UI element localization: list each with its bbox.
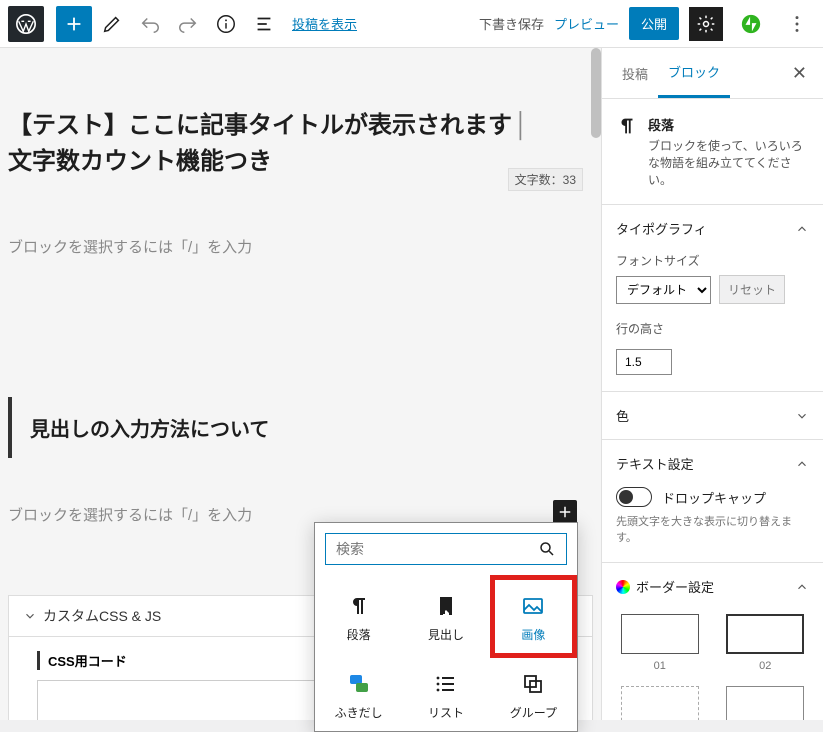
redo-button[interactable] [170, 6, 206, 42]
border-option-03[interactable]: 03 [616, 686, 704, 720]
palette-icon [616, 580, 630, 594]
border-option-04[interactable]: 04 [722, 686, 810, 720]
font-size-select[interactable]: デフォルト [616, 276, 711, 304]
panel-color[interactable]: 色 [602, 392, 823, 439]
chevron-up-icon [795, 580, 809, 594]
font-size-label: フォントサイズ [616, 252, 809, 269]
inserter-item-group[interactable]: グループ [490, 658, 577, 731]
inserter-item-heading[interactable]: 見出し [402, 575, 489, 658]
title-line1: 【テスト】ここに記事タイトルが表示されます [8, 112, 512, 139]
border-option-01[interactable]: 01 [616, 614, 704, 672]
close-sidebar-button[interactable]: ✕ [786, 63, 813, 84]
panel-text-settings[interactable]: テキスト設定 [602, 440, 823, 487]
inserter-item-list[interactable]: リスト [402, 658, 489, 731]
line-height-input[interactable] [616, 349, 672, 375]
tab-post[interactable]: 投稿 [612, 50, 658, 97]
outline-button[interactable] [246, 6, 282, 42]
wp-logo[interactable] [8, 6, 44, 42]
char-count-badge: 文字数：33 [508, 168, 583, 191]
paragraph-icon [347, 594, 371, 618]
block-description: ブロックを使って、いろいろな物語を組み立ててください。 [648, 138, 809, 188]
add-block-button[interactable] [56, 6, 92, 42]
font-size-reset[interactable]: リセット [719, 275, 785, 304]
undo-button[interactable] [132, 6, 168, 42]
save-draft-button[interactable]: 下書き保存 [479, 14, 544, 33]
chevron-up-icon [795, 222, 809, 236]
dropcap-toggle[interactable] [616, 487, 652, 507]
more-menu-button[interactable] [779, 6, 815, 42]
list-icon [434, 672, 458, 696]
dropcap-help: 先頭文字を大きな表示に切り替えます。 [616, 515, 809, 546]
title-line2: 文字数カウント機能つき [8, 148, 272, 175]
jetpack-button[interactable] [733, 6, 769, 42]
view-post-link[interactable]: 投稿を表示 [292, 14, 357, 33]
line-height-label: 行の高さ [616, 320, 809, 337]
more-vertical-icon [786, 13, 808, 35]
image-icon [521, 594, 545, 618]
settings-button[interactable] [689, 7, 723, 41]
search-icon [538, 540, 556, 558]
chevron-down-icon [795, 409, 809, 423]
panel-typography[interactable]: タイポグラフィ [602, 205, 823, 252]
edit-mode-button[interactable] [94, 6, 130, 42]
speech-icon [347, 672, 371, 696]
preview-button[interactable]: プレビュー [554, 14, 619, 33]
border-option-02[interactable]: 02 [722, 614, 810, 672]
inserter-search[interactable] [325, 533, 567, 565]
top-toolbar: 投稿を表示 下書き保存 プレビュー 公開 [0, 0, 823, 48]
inline-add-button[interactable] [553, 500, 577, 524]
wordpress-icon [15, 13, 37, 35]
settings-sidebar: 投稿 ブロック ✕ 段落 ブロックを使って、いろいろな物語を組み立ててください。… [601, 48, 823, 720]
paragraph-icon [616, 115, 638, 137]
chevron-down-icon [23, 609, 37, 623]
dropcap-label: ドロップキャップ [662, 488, 766, 507]
tab-block[interactable]: ブロック [658, 48, 730, 98]
block-placeholder[interactable]: ブロックを選択するには「/」を入力 [8, 236, 593, 257]
gear-icon [696, 14, 716, 34]
inserter-search-input[interactable] [336, 541, 538, 557]
inserter-item-paragraph[interactable]: 段落 [315, 575, 402, 658]
inserter-item-speech[interactable]: ふきだし [315, 658, 402, 731]
block-inserter-popup: 段落 見出し 画像 ふきだし リスト グループ [314, 522, 578, 732]
info-button[interactable] [208, 6, 244, 42]
post-title[interactable]: 【テスト】ここに記事タイトルが表示されます│ 文字数カウント機能つき [8, 108, 593, 180]
jetpack-icon [740, 13, 762, 35]
panel-border[interactable]: ボーダー設定 [602, 563, 823, 610]
heading-block[interactable]: 見出しの入力方法について [8, 397, 593, 458]
publish-button[interactable]: 公開 [629, 7, 679, 40]
inserter-item-image[interactable]: 画像 [490, 575, 577, 658]
group-icon [521, 672, 545, 696]
chevron-up-icon [795, 457, 809, 471]
block-info: 段落 ブロックを使って、いろいろな物語を組み立ててください。 [602, 99, 823, 205]
block-name: 段落 [648, 115, 809, 134]
